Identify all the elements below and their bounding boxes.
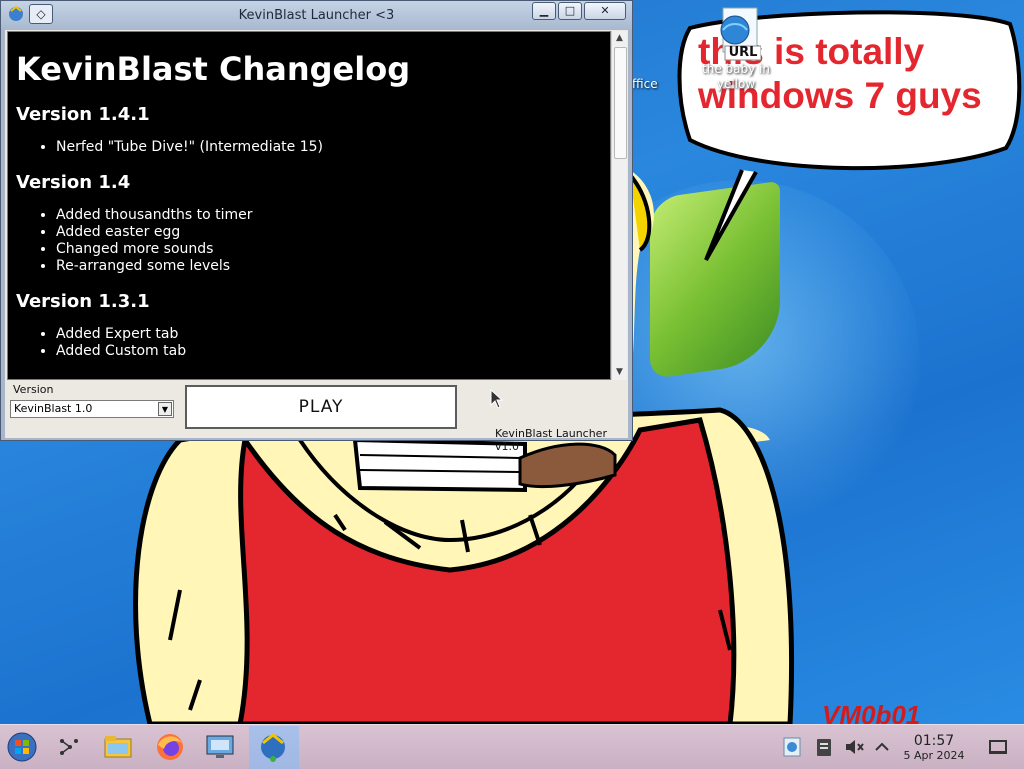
- clipboard-icon[interactable]: [812, 735, 836, 759]
- changelog-item: Added Expert tab: [56, 326, 610, 343]
- desktop-icon-label-office[interactable]: ffice: [632, 77, 658, 91]
- volume-muted-icon[interactable]: [842, 735, 866, 759]
- changelog-panel[interactable]: KevinBlast Changelog Version 1.4.1 Nerfe…: [7, 31, 611, 380]
- version-dropdown[interactable]: KevinBlast 1.0 ▼: [10, 400, 174, 418]
- url-file-icon: URL: [711, 6, 762, 62]
- changelog-scrollbar[interactable]: ▲ ▼: [611, 31, 627, 380]
- minimize-button[interactable]: ▁: [532, 2, 556, 20]
- version-heading: Version 1.4: [16, 172, 131, 193]
- chevron-up-icon[interactable]: [872, 735, 892, 759]
- maximize-button[interactable]: □: [558, 2, 582, 20]
- changelog-item: Changed more sounds: [56, 241, 610, 258]
- app-grid-icon[interactable]: [52, 731, 84, 763]
- changelog-item: Nerfed "Tube Dive!" (Intermediate 15): [56, 139, 610, 156]
- scroll-down-icon[interactable]: ▼: [614, 367, 625, 378]
- firefox-icon[interactable]: [154, 731, 186, 763]
- changelog-list: Added Expert tab Added Custom tab: [8, 326, 610, 360]
- changelog-heading: KevinBlast Changelog: [16, 50, 411, 88]
- start-menu-icon[interactable]: [6, 731, 38, 763]
- kevinblast-launcher-icon[interactable]: [257, 731, 289, 763]
- changelog-item: Added easter egg: [56, 224, 610, 241]
- window-client-area: KevinBlast Changelog Version 1.4.1 Nerfe…: [5, 30, 628, 453]
- version-heading: Version 1.4.1: [16, 104, 150, 125]
- desktop-icon-label: the baby in yellow: [702, 62, 770, 91]
- changelog-list: Nerfed "Tube Dive!" (Intermediate 15): [8, 139, 610, 156]
- changelog-item: Added Custom tab: [56, 343, 610, 360]
- network-icon[interactable]: [780, 735, 804, 759]
- launcher-window: ◇ KevinBlast Launcher <3 ▁ □ ✕ KevinBlas…: [0, 0, 633, 453]
- file-manager-icon[interactable]: [102, 731, 134, 763]
- chevron-down-icon[interactable]: ▼: [158, 402, 172, 416]
- version-label: Version: [13, 383, 54, 396]
- url-icon-text: URL: [728, 45, 758, 60]
- speech-bubble-tail: [704, 169, 758, 261]
- window-titlebar[interactable]: ◇ KevinBlast Launcher <3 ▁ □ ✕: [1, 1, 632, 30]
- changelog-list: Added thousandths to timer Added easter …: [8, 207, 610, 275]
- changelog-item: Re-arranged some levels: [56, 258, 610, 275]
- desktop-icon-url[interactable]: URL the baby in yellow: [696, 6, 776, 92]
- clock-date[interactable]: 5 Apr 2024: [896, 749, 972, 762]
- launcher-version-text: KevinBlast Launcher v1.0: [495, 427, 607, 453]
- scroll-up-icon[interactable]: ▲: [614, 33, 625, 44]
- changelog-item: Added thousandths to timer: [56, 207, 610, 224]
- scrollbar-thumb[interactable]: [614, 47, 627, 159]
- version-dropdown-value: KevinBlast 1.0: [14, 402, 93, 415]
- remote-desktop-icon[interactable]: [204, 731, 236, 763]
- version-heading: Version 1.3.1: [16, 291, 150, 312]
- show-desktop-icon[interactable]: [986, 735, 1010, 759]
- taskbar: 01:57 5 Apr 2024: [0, 724, 1024, 769]
- close-button[interactable]: ✕: [584, 2, 626, 20]
- mouse-cursor-icon: [490, 389, 504, 409]
- play-button[interactable]: PLAY: [185, 385, 457, 429]
- clock-time[interactable]: 01:57: [902, 733, 966, 749]
